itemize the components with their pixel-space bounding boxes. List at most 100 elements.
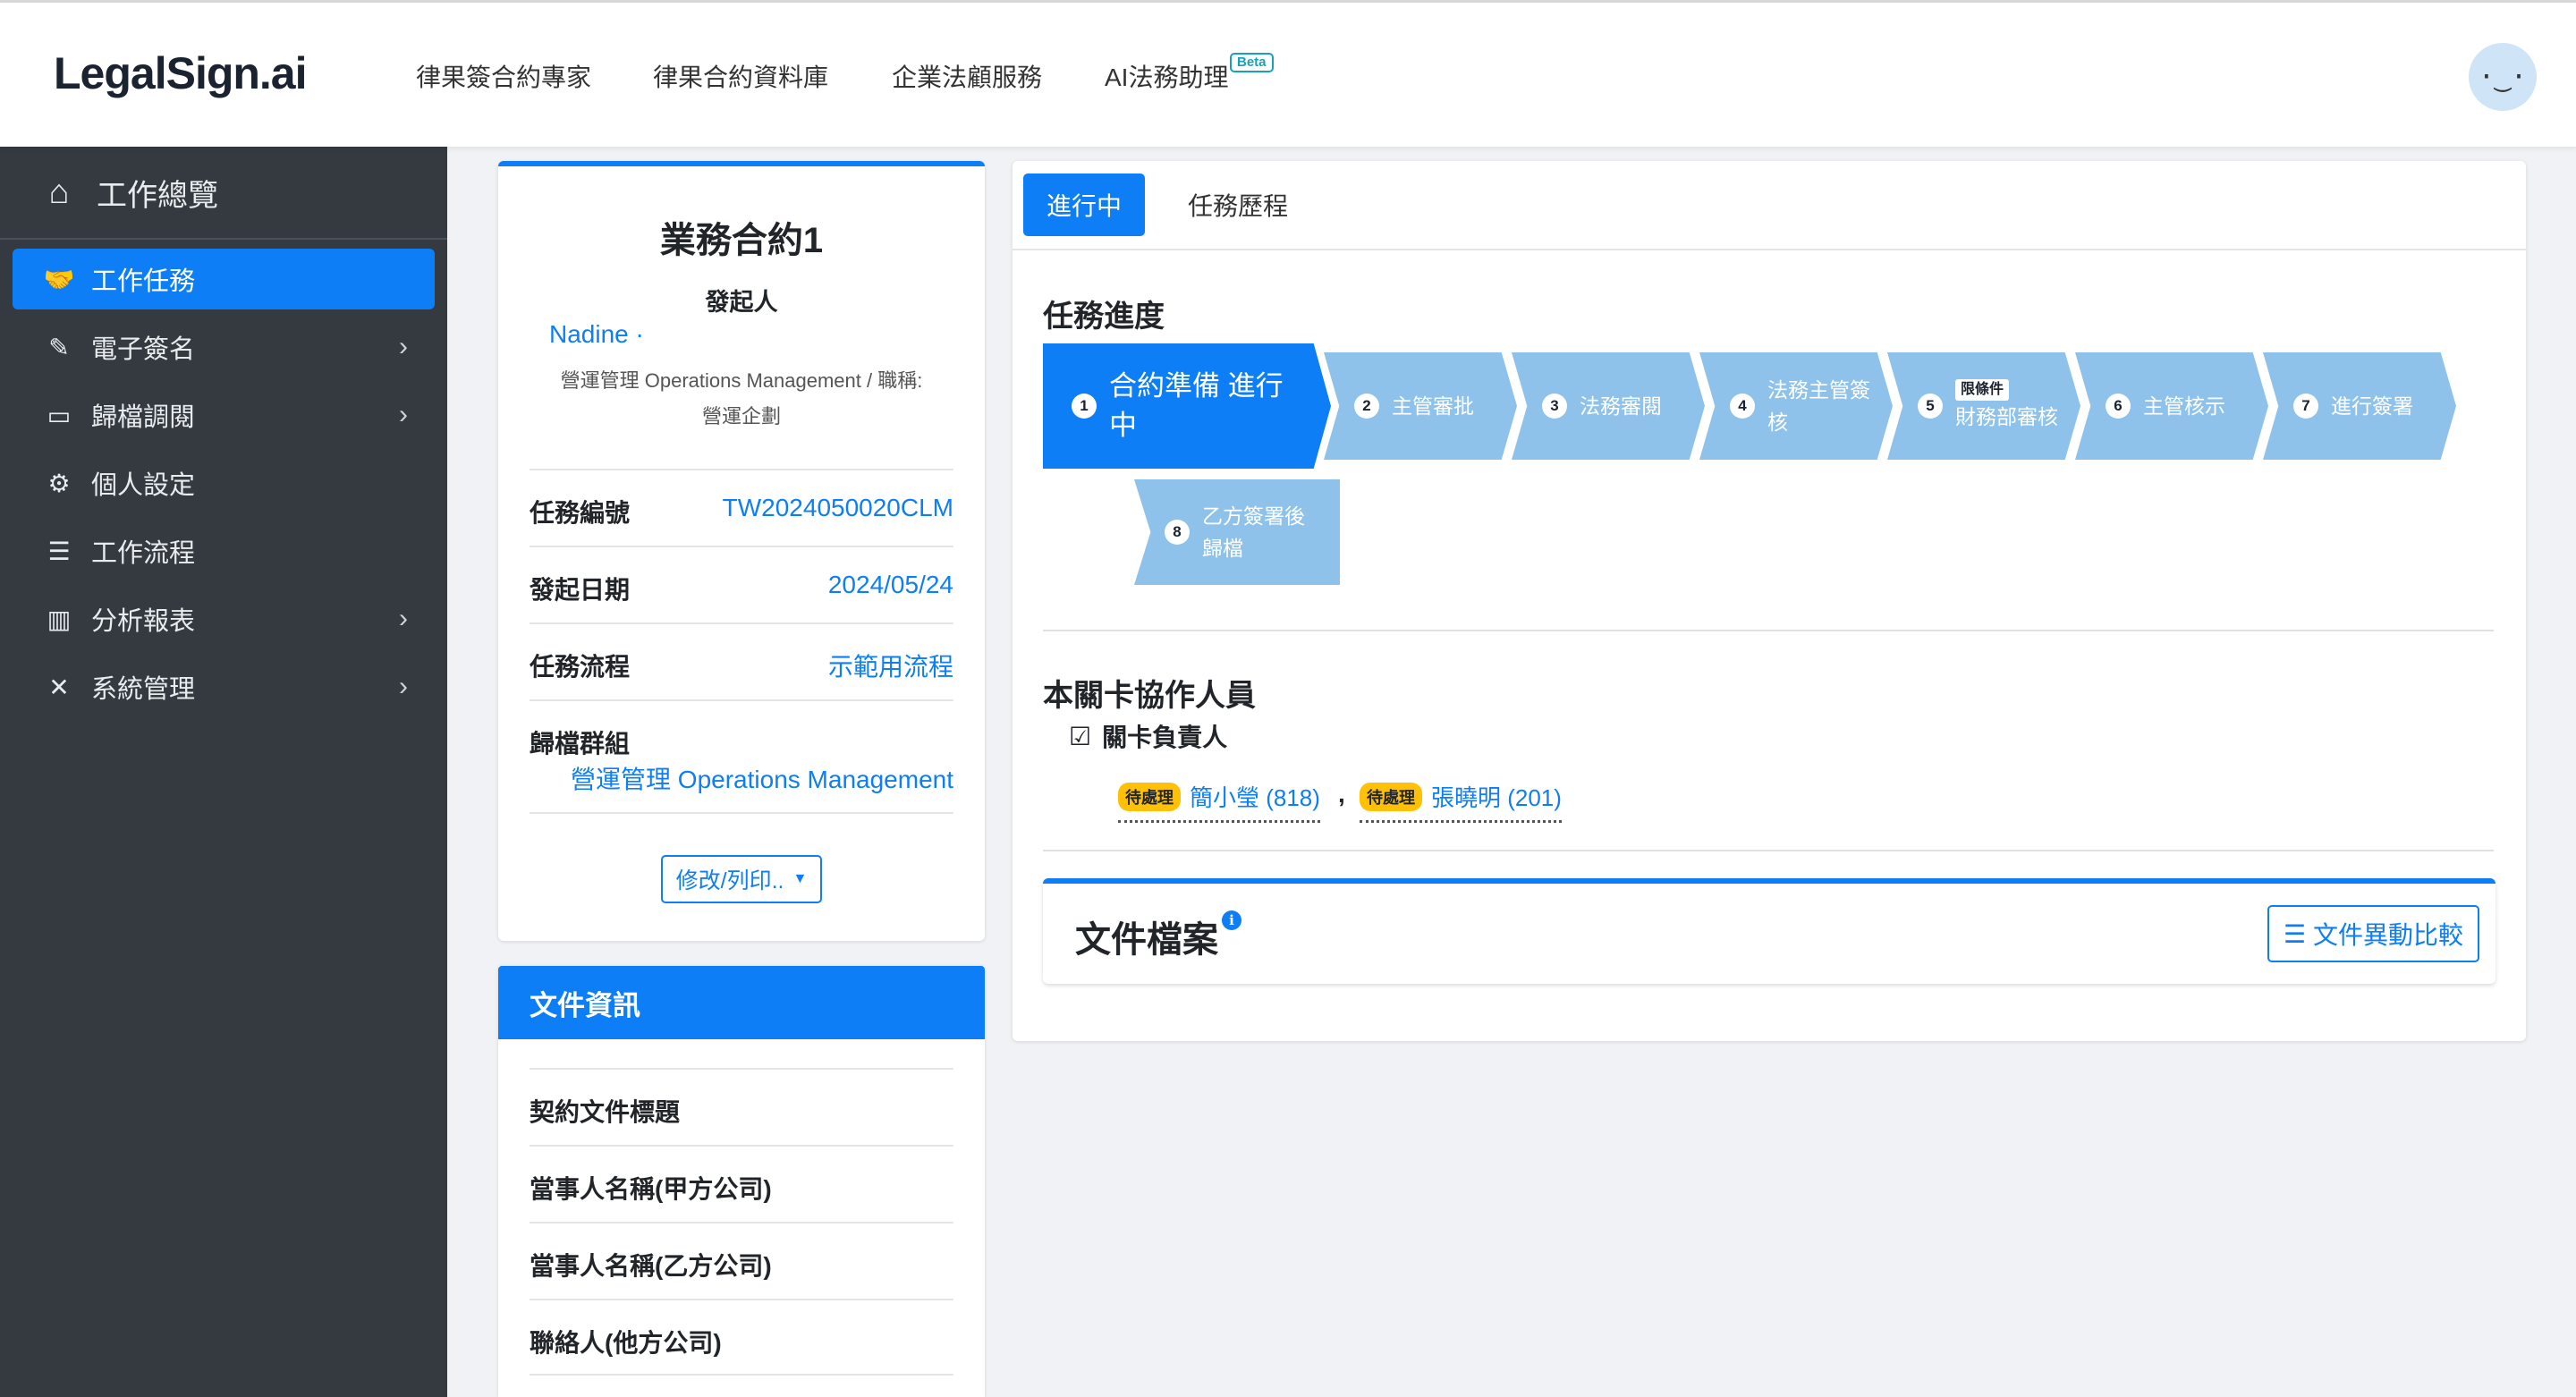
doc-field-row: 當事人名稱(甲方公司) (530, 1145, 953, 1222)
sidebar-item-tasks[interactable]: 🤝 工作任務 (13, 249, 435, 309)
step-8[interactable]: 8 乙方簽署後歸檔 (1134, 479, 1340, 585)
collaborator-name[interactable]: 張曉明 (201) (1431, 780, 1562, 813)
step-label: 乙方簽署後歸檔 (1202, 504, 1305, 560)
info-value[interactable]: 2024/05/24 (828, 571, 953, 599)
owner-label-text: 關卡負責人 (1102, 724, 1228, 751)
step-label: 主管核示 (2143, 394, 2225, 418)
step-number: 3 (1542, 394, 1567, 419)
chevron-right-icon: › (399, 400, 408, 429)
list-ol-icon: ☰ (2283, 919, 2306, 948)
contract-title: 業務合約1 (659, 221, 824, 260)
sidebar-item-workflow[interactable]: ☰ 工作流程 (13, 521, 435, 581)
nav-contract-expert[interactable]: 律果簽合約專家 (416, 58, 591, 94)
sidebar-item-esign[interactable]: ✎ 電子簽名 › (13, 317, 435, 377)
sidebar-item-label: 系統管理 (91, 675, 196, 704)
compare-changes-button[interactable]: ☰ 文件異動比較 (2267, 905, 2479, 962)
nav-contract-database[interactable]: 律果合約資料庫 (653, 58, 828, 94)
step-label: 法務審閱 (1580, 394, 1662, 418)
logo[interactable]: LegalSign.ai (54, 47, 308, 99)
sidebar-item-label: 電子簽名 (91, 335, 196, 364)
files-card: 文件檔案 i ☰ 文件異動比較 (1043, 878, 2496, 984)
info-row-task-id: 任務編號 TW2024050020CLM (530, 469, 953, 546)
sidebar-item-settings[interactable]: ⚙ 個人設定 (13, 453, 435, 513)
step-number: 8 (1165, 520, 1190, 545)
doc-field-row: 當事人名稱(乙方公司) (530, 1222, 953, 1299)
chevron-right-icon: › (399, 604, 408, 633)
sidebar-item-admin[interactable]: ✕ 系統管理 › (13, 656, 435, 717)
initiator-dept-line: 營運管理 Operations Management / 職稱: (560, 369, 923, 392)
compare-changes-label: 文件異動比較 (2312, 921, 2463, 949)
document-info-title: 文件資訊 (498, 966, 985, 1039)
step-1[interactable]: 1 合約準備 進行中 (1043, 343, 1331, 469)
step-label: 主管審批 (1392, 394, 1474, 418)
info-icon[interactable]: i (1222, 910, 1241, 930)
step-3[interactable]: 3 法務審閱 (1512, 352, 1705, 460)
step-label-group: 限條件 財務部審核 (1955, 379, 2058, 433)
initiator-department: 營運管理 Operations Management / 職稱: 營運企劃 (543, 363, 940, 435)
divider (1043, 630, 2494, 631)
home-icon: ⌂ (48, 173, 70, 211)
collaborator-name[interactable]: 簡小瑩 (818) (1190, 780, 1320, 813)
separator: , (1338, 780, 1345, 808)
document-info-card: 文件資訊 契約文件標題 當事人名稱(甲方公司) 當事人名稱(乙方公司) 聯絡人(… (498, 966, 985, 1397)
stage-owner-label: ☑ 關卡負責人 (1069, 718, 1227, 754)
step-label: 法務主管簽核 (1767, 378, 1870, 434)
info-key: 發起日期 (530, 576, 631, 604)
info-key: 任務編號 (530, 499, 631, 527)
info-row-workflow: 任務流程 示範用流程 (530, 622, 953, 699)
info-row-archive-group: 歸檔群組 營運管理 Operations Management (530, 699, 953, 814)
chevron-right-icon: › (399, 332, 408, 361)
step-2[interactable]: 2 主管審批 (1324, 352, 1517, 460)
bar-chart-icon: ▥ (47, 605, 72, 633)
sidebar-item-archive[interactable]: ▭ 歸檔調閱 › (13, 385, 435, 445)
step-label: 合約準備 進行中 (1109, 370, 1284, 441)
step-5[interactable]: 5 限條件 財務部審核 (1887, 352, 2080, 460)
step-number: 7 (2293, 394, 2318, 419)
divider (1043, 850, 2494, 851)
sidebar-item-label: 個人設定 (91, 471, 196, 500)
info-value[interactable]: 示範用流程 (828, 648, 953, 683)
initiator-label: 發起人 (705, 289, 778, 316)
sidebar-item-overview[interactable]: ⌂ 工作總覽 (0, 147, 447, 240)
tab-in-progress[interactable]: 進行中 (1023, 174, 1146, 236)
initiator-name[interactable]: Nadine · (549, 320, 644, 349)
beta-badge: Beta (1230, 53, 1274, 72)
doc-field-label: 當事人名稱(乙方公司) (530, 1252, 772, 1280)
files-title: 文件檔案 (1075, 920, 1218, 960)
edit-print-dropdown-button[interactable]: 修改/列印.. ▼ (661, 855, 822, 903)
nav-ai-assistant[interactable]: AI法務助理 (1105, 58, 1228, 94)
info-key: 歸檔群組 (530, 730, 631, 758)
edit-print-label: 修改/列印.. (675, 868, 784, 893)
step-number: 1 (1072, 394, 1097, 419)
task-tabs: 進行中 任務歷程 (1013, 161, 2526, 250)
doc-field-row: 聯絡人(他方公司) (530, 1299, 953, 1376)
progress-title: 任務進度 (1043, 300, 1165, 334)
sidebar-item-label: 工作總覽 (97, 178, 218, 213)
sidebar-item-label: 工作任務 (91, 267, 196, 296)
conditional-badge: 限條件 (1955, 379, 2010, 401)
step-4[interactable]: 4 法務主管簽核 (1699, 352, 1893, 460)
signature-icon: ✎ (48, 333, 70, 361)
tab-history[interactable]: 任務歷程 (1165, 174, 1311, 236)
chevron-right-icon: › (399, 672, 408, 701)
user-gear-icon: ⚙ (47, 469, 71, 497)
nav-legal-services[interactable]: 企業法顧服務 (892, 58, 1042, 94)
sidebar-item-label: 歸檔調閱 (91, 403, 196, 432)
list-check-icon: ☰ (47, 537, 71, 565)
collaborators-title: 本關卡協作人員 (1043, 679, 1256, 713)
archive-icon: ▭ (47, 401, 72, 429)
step-number: 2 (1354, 394, 1379, 419)
collaborator-2[interactable]: 待處理 張曉明 (201) (1360, 780, 1562, 823)
info-value[interactable]: 營運管理 Operations Management (571, 760, 953, 796)
sidebar-item-label: 分析報表 (91, 607, 196, 636)
info-key: 任務流程 (530, 653, 631, 681)
step-label: 財務部審核 (1955, 405, 2058, 428)
avatar[interactable]: ·‿· (2469, 43, 2537, 111)
top-navbar: LegalSign.ai 律果簽合約專家 律果合約資料庫 企業法顧服務 AI法務… (0, 0, 2576, 147)
step-6[interactable]: 6 主管核示 (2075, 352, 2268, 460)
collaborator-1[interactable]: 待處理 簡小瑩 (818) (1118, 780, 1320, 823)
sidebar-item-label: 工作流程 (91, 539, 196, 568)
sidebar-item-reports[interactable]: ▥ 分析報表 › (13, 588, 435, 649)
step-7[interactable]: 7 進行簽署 (2263, 352, 2456, 460)
info-value[interactable]: TW2024050020CLM (723, 494, 953, 522)
